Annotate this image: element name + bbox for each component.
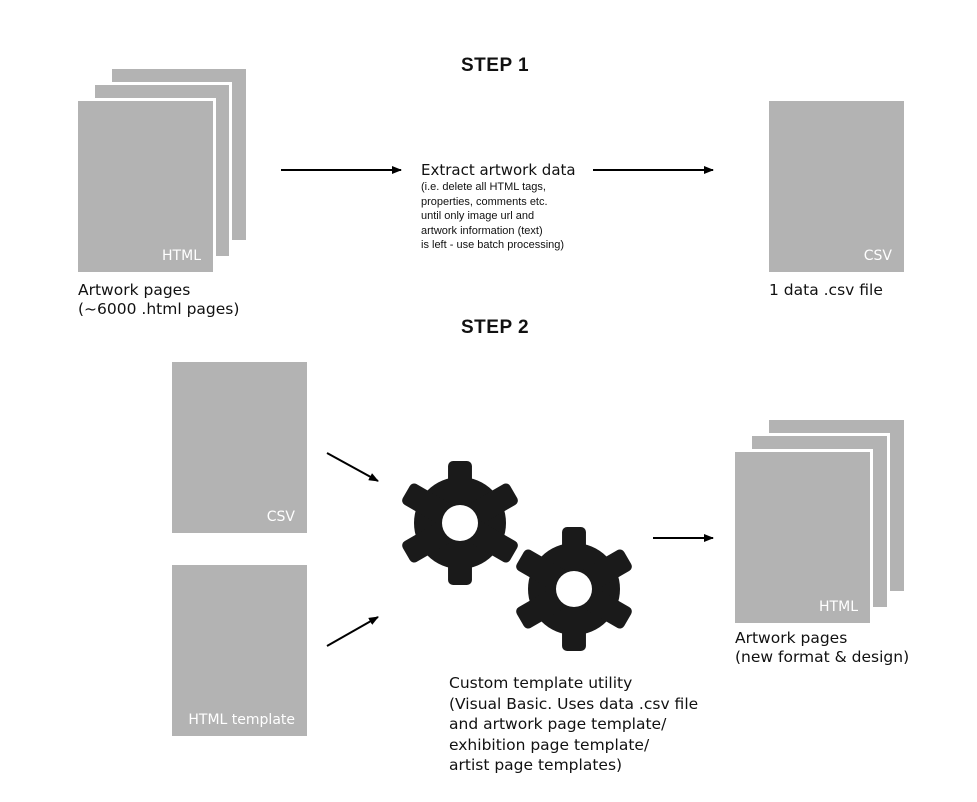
gear-icon [516, 527, 632, 651]
arrow-template-to-utility [326, 616, 379, 647]
gear-icon [402, 461, 518, 585]
arrow-csv-to-utility [326, 452, 379, 482]
connectors-layer [281, 166, 714, 651]
